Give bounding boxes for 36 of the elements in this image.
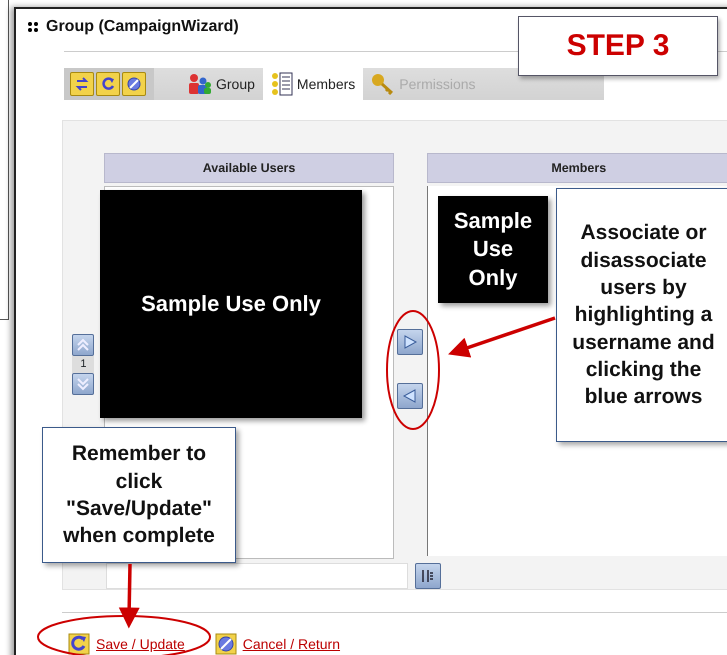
double-down-arrow-icon [76,376,90,390]
callout-tooltip: Associate or disassociate users by highlighting a username and clicking the blue arrows [556,188,727,442]
columns-button[interactable] [415,563,441,589]
column-header: Members [426,153,727,183]
swap-button[interactable] [70,72,94,96]
pointer-arrow [118,564,140,628]
window-title: Group (CampaignWizard) [46,17,239,37]
column-header: Available Users [104,153,394,183]
input-field[interactable] [106,563,408,589]
step-label: STEP 3 [518,16,718,76]
redaction-overlay: Sample Use Only [100,190,362,418]
grip-icon [28,22,38,32]
key-icon [371,73,396,95]
right-triangle-icon [402,334,418,350]
cancel-icon [126,76,142,92]
page-number: 1 [72,356,94,372]
cancel-button[interactable] [122,72,146,96]
remove-member-button[interactable] [397,383,424,409]
swap-arrows-icon [74,76,90,92]
redaction-overlay: Sample Use Only [438,196,548,303]
page-up-button[interactable] [72,334,94,356]
refresh-icon [68,633,90,655]
refresh-button[interactable] [96,72,120,96]
callout-tooltip: Remember to click "Save/Update" when complete [42,427,236,563]
people-icon [186,73,212,95]
refresh-icon [100,76,116,92]
list-icon [270,72,293,96]
left-triangle-icon [402,388,418,404]
tab[interactable]: Members [262,68,364,100]
columns-icon [420,568,436,584]
double-up-arrow-icon [76,338,90,352]
action-link[interactable]: Save / Update [96,634,185,654]
add-member-button[interactable] [397,329,424,355]
page-down-button[interactable] [72,372,94,394]
action-link[interactable]: Cancel / Return [242,634,340,654]
tab[interactable]: Group [178,68,263,100]
